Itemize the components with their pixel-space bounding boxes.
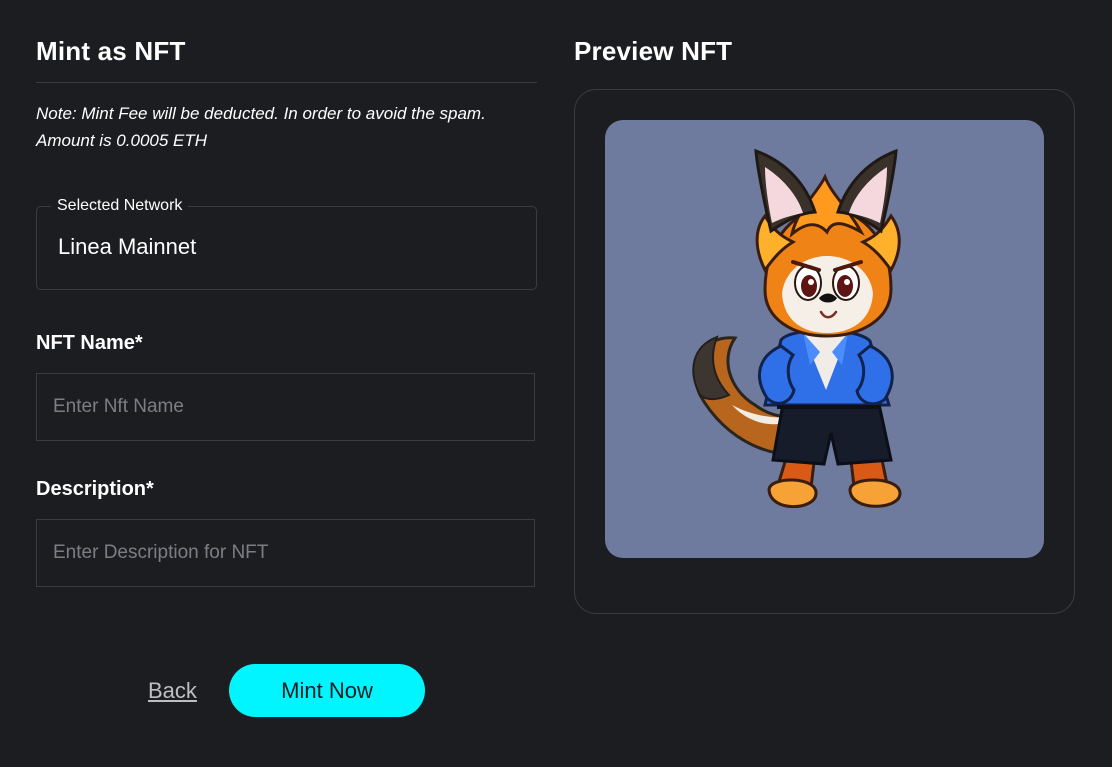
description-input[interactable] [36, 519, 535, 587]
mint-form-title: Mint as NFT [36, 36, 186, 66]
selected-network-value: Linea Mainnet [58, 234, 197, 259]
nft-name-input[interactable] [36, 373, 535, 441]
selected-network-label: Selected Network [51, 195, 189, 217]
selected-network-field[interactable]: Selected Network Linea Mainnet [36, 195, 537, 290]
mint-fee-note: Note: Mint Fee will be deducted. In orde… [36, 104, 486, 150]
mint-form-panel: Mint as NFT Note: Mint Fee will be deduc… [36, 0, 537, 767]
description-label: Description* [36, 478, 154, 500]
back-link[interactable]: Back [148, 678, 197, 704]
mint-now-button[interactable]: Mint Now [229, 664, 425, 717]
fox-character-illustration [692, 148, 902, 509]
preview-title: Preview NFT [574, 36, 733, 66]
preview-panel: Preview NFT [574, 0, 1075, 767]
nft-preview-image [605, 120, 1044, 558]
nft-name-label: NFT Name* [36, 332, 143, 354]
title-divider [36, 82, 537, 83]
preview-frame [574, 89, 1075, 614]
